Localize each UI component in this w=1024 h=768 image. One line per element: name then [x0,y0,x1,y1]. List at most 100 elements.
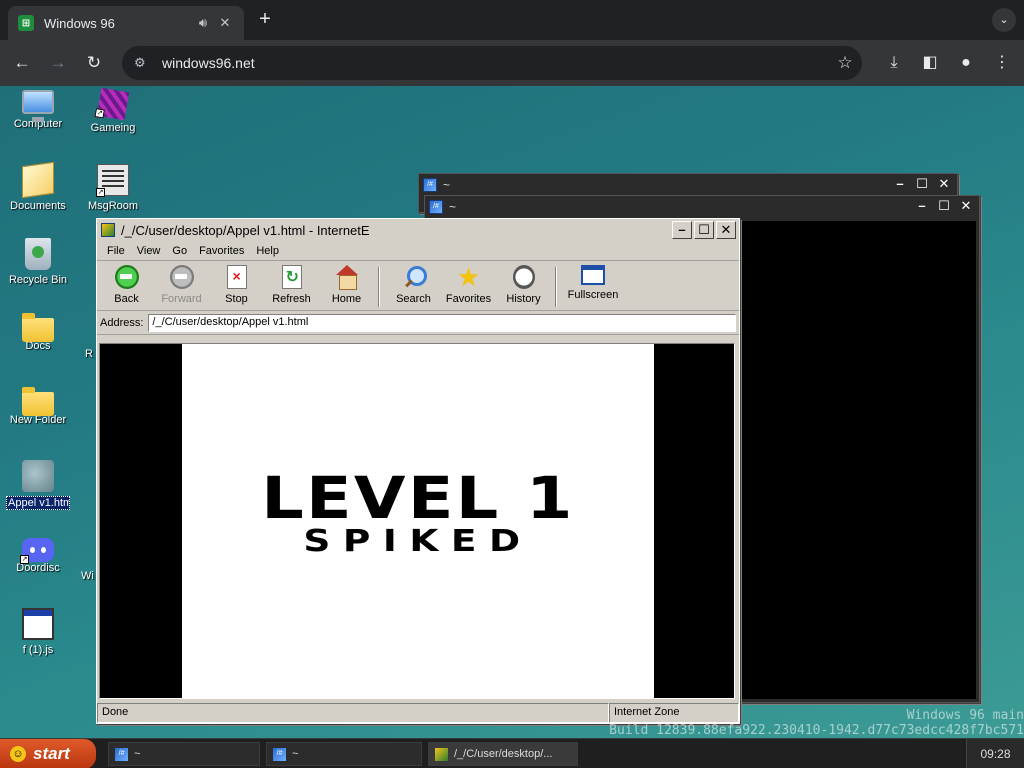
menu-file[interactable]: File [101,245,131,257]
fullscreen-icon [581,265,605,285]
menu-favorites[interactable]: Favorites [193,245,250,257]
minimize-button[interactable]: – [890,176,910,194]
url-text[interactable]: windows96.net [162,55,828,71]
close-button[interactable]: ✕ [716,221,736,239]
desktop-icon-gameing[interactable]: ↗ Gameing [75,87,151,134]
level-title: LEVEL 1 [261,464,575,532]
chrome-tab-strip: ⊞ Windows 96 🔊︎ ✕ + ⌄ [0,0,1024,40]
taskbar-item-browser[interactable]: /_/C/user/desktop/... [428,742,578,766]
msgroom-icon: ↗ [96,164,129,197]
chrome-tab[interactable]: ⊞ Windows 96 🔊︎ ✕ [8,6,244,40]
new-tab-button[interactable]: + [254,9,276,31]
side-panel-icon[interactable]: ◧ [918,51,942,75]
history-clock-icon [512,265,535,289]
desktop-icon-appel-html[interactable]: Appel v1.html [0,460,76,513]
desktop-icon-doordisc[interactable]: ↗ Doordisc [0,534,76,574]
favorites-button[interactable]: ★ Favorites [441,262,496,305]
desktop-icon-msgroom[interactable]: ↗ MsgRoom [75,164,151,212]
refresh-button[interactable]: Refresh [264,265,319,305]
maximize-button[interactable]: ☐ [694,221,714,239]
terminal-icon: /# [423,178,437,192]
folder-icon [22,313,54,342]
maximize-button[interactable]: ☐ [912,176,932,194]
taskbar: ☺ start /# ~ /# ~ /_/C/user/desktop/... 09… [0,738,1024,768]
download-icon[interactable]: ⤓ [882,51,906,75]
terminal-icon: /# [429,200,443,214]
desktop-icon-f1-js[interactable]: f (1).js [0,608,76,656]
button-label: Search [396,293,431,305]
page-viewport[interactable]: LEVEL 1 SPIKED [99,343,735,699]
stop-button[interactable]: Stop [209,265,264,305]
browser-window[interactable]: /_/C/user/desktop/Appel v1.html - Intern… [96,218,740,724]
home-button[interactable]: Home [319,265,374,305]
back-button[interactable]: Back [99,265,154,305]
address-input[interactable]: /_/C/user/desktop/Appel v1.html [148,313,736,332]
history-button[interactable]: History [496,265,551,305]
refresh-icon [281,265,302,289]
task-label: /_/C/user/desktop/... [454,748,553,760]
desktop-icon-computer[interactable]: Computer [0,90,76,130]
taskbar-item-terminal-2[interactable]: /# ~ [266,742,422,766]
watermark-line: Windows 96 main [906,708,1024,723]
toolbar-separator [555,267,557,307]
fullscreen-button[interactable]: Fullscreen [563,265,623,301]
minimize-button[interactable]: – [672,221,692,239]
terminal-titlebar[interactable]: /# ~ – ☐ ✕ [425,196,979,218]
address-label: Address: [100,316,144,329]
smiley-icon: ☺ [10,746,26,762]
button-label: Back [114,293,139,305]
button-label: Forward [161,293,202,305]
search-button[interactable]: Search [386,265,441,305]
tab-close-icon[interactable]: ✕ [216,15,234,31]
menu-help[interactable]: Help [250,245,285,257]
browser-title: /_/C/user/desktop/Appel v1.html - Intern… [121,222,370,238]
terminal-titlebar[interactable]: /# ~ – ☐ ✕ [419,174,957,196]
discord-icon: ↗ [20,538,54,564]
desktop[interactable]: Computer ↗ Gameing Documents ↗ MsgRoom R… [0,86,1024,738]
status-text: Done [97,703,609,723]
close-button[interactable]: ✕ [934,176,954,194]
button-label: Stop [225,293,248,305]
chrome-menu-icon[interactable]: ⋮ [990,51,1014,75]
toolbar-separator [378,267,380,307]
desktop-icon-docs[interactable]: Docs [0,312,76,352]
search-icon [401,265,427,289]
start-label: start [33,744,70,763]
tab-search-button[interactable]: ⌄ [992,8,1016,32]
home-icon [335,265,358,290]
profile-icon[interactable]: ● [954,51,978,75]
watermark-line: Build 12839.88efa922.230410-1942.d77c73e… [609,723,1024,738]
menu-bar: File View Go Favorites Help [97,241,739,261]
back-arrow-icon[interactable]: ← [10,51,34,75]
omnibox[interactable]: ⚙ windows96.net ☆ [122,46,862,80]
terminal-icon: /# [115,747,128,761]
task-label: ~ [134,748,141,760]
computer-icon [22,90,54,122]
system-clock[interactable]: 09:28 [966,739,1024,768]
shortcut-arrow-icon: ↗ [20,555,29,564]
forward-button[interactable]: Forward [154,265,209,305]
taskbar-item-terminal-1[interactable]: /# ~ [108,742,260,766]
bookmark-star-icon[interactable]: ☆ [828,53,862,73]
back-arrow-icon [114,265,139,289]
site-settings-icon[interactable]: ⚙ [134,55,152,71]
browser-titlebar[interactable]: /_/C/user/desktop/Appel v1.html - Intern… [97,219,739,241]
desktop-icon-new-folder[interactable]: New Folder [0,386,76,426]
reload-icon[interactable]: ↻ [82,51,106,75]
minimize-button[interactable]: – [912,198,932,216]
forward-arrow-icon[interactable]: → [46,51,70,75]
maximize-button[interactable]: ☐ [934,198,954,216]
game-canvas[interactable]: LEVEL 1 SPIKED [182,344,654,698]
window-title: ~ [449,200,457,214]
menu-view[interactable]: View [131,245,167,257]
star-icon: ★ [456,262,481,292]
button-label: Fullscreen [567,289,619,301]
start-button[interactable]: ☺ start [0,739,96,768]
address-bar: Address: /_/C/user/desktop/Appel v1.html [97,311,739,335]
close-button[interactable]: ✕ [956,198,976,216]
desktop-icon-documents[interactable]: Documents [0,161,76,212]
desktop-icon-recycle-bin[interactable]: Recycle Bin [0,238,76,286]
menu-go[interactable]: Go [166,245,193,257]
speaker-icon[interactable]: 🔊︎ [194,15,212,31]
shortcut-arrow-icon: ↗ [94,108,105,119]
